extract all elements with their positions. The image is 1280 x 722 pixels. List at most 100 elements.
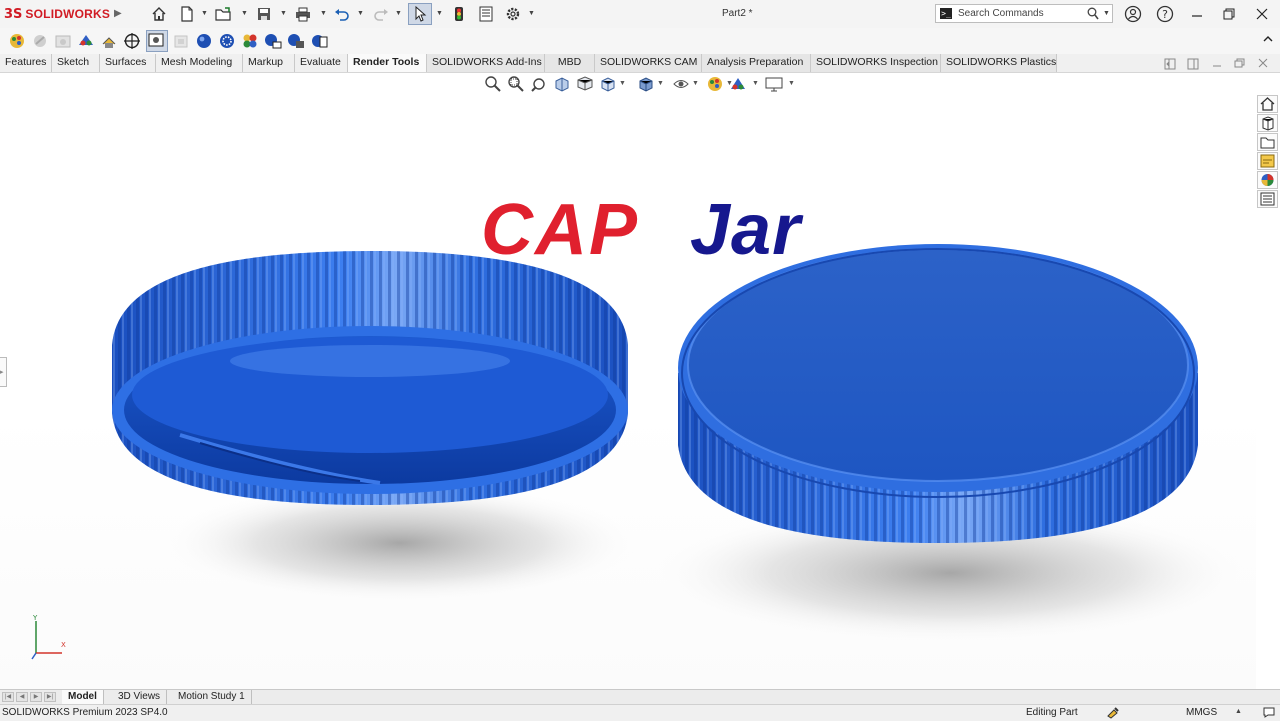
product-version-text: SOLIDWORKS Premium 2023 SP4.0 — [2, 707, 168, 718]
title-bar: 3S SOLIDWORKS ▶ ▼ ▼ ▼ ▼ ▼ ▼ ▼ ▼ Part2 * … — [0, 0, 1280, 29]
select-pointer-icon[interactable] — [408, 3, 432, 25]
preview-window-icon[interactable] — [146, 30, 168, 52]
options-render-icon[interactable] — [218, 32, 236, 50]
appearances-scenes-icon[interactable] — [1257, 171, 1278, 189]
rebuild-traffic-light-icon[interactable] — [450, 5, 468, 23]
save-icon[interactable] — [255, 5, 273, 23]
cap-left-model[interactable] — [112, 251, 628, 505]
tab-mbd[interactable]: MBD — [545, 54, 595, 72]
next-tab-icon[interactable]: ▶ — [30, 692, 42, 702]
search-icon[interactable] — [1087, 7, 1099, 23]
tab-analysis-preparation[interactable]: Analysis Preparation — [702, 54, 811, 72]
open-dropdown-icon[interactable]: ▼ — [241, 10, 248, 17]
tab-3d-views[interactable]: 3D Views — [112, 690, 168, 705]
collapse-ribbon-icon[interactable] — [1262, 34, 1274, 47]
print-dropdown-icon[interactable]: ▼ — [320, 10, 327, 17]
final-render-icon[interactable] — [195, 32, 213, 50]
task-pane-tabs — [1256, 95, 1280, 215]
recall-render-icon[interactable] — [241, 32, 259, 50]
first-tab-icon[interactable]: |◀ — [2, 692, 14, 702]
editing-mode-text: Editing Part — [1026, 707, 1078, 718]
prev-tab-icon[interactable]: ◀ — [16, 692, 28, 702]
tab-solidworks-cam[interactable]: SOLIDWORKS CAM — [595, 54, 702, 72]
help-icon[interactable]: ? — [1153, 4, 1177, 24]
file-explorer-icon[interactable] — [1257, 133, 1278, 151]
search-commands-input[interactable]: >_ Search Commands ▼ — [935, 4, 1113, 23]
decals-icon[interactable] — [31, 32, 49, 50]
logo-text: SOLIDWORKS — [25, 7, 111, 21]
tile-right-icon[interactable] — [1186, 58, 1200, 70]
minimize-icon[interactable] — [1185, 4, 1209, 24]
tile-left-icon[interactable] — [1163, 58, 1177, 70]
tab-motion-study-1[interactable]: Motion Study 1 — [172, 690, 252, 705]
tab-render-tools[interactable]: Render Tools — [348, 54, 427, 72]
tab-markup[interactable]: Markup — [243, 54, 295, 72]
tab-model[interactable]: Model — [62, 690, 104, 705]
svg-text:?: ? — [1162, 8, 1168, 21]
tab-surfaces[interactable]: Surfaces — [100, 54, 156, 72]
scene-icon[interactable] — [54, 32, 72, 50]
undo-dropdown-icon[interactable]: ▼ — [357, 10, 364, 17]
schedule-icon[interactable] — [172, 32, 190, 50]
render-library-icon[interactable] — [310, 32, 328, 50]
move-triad-icon[interactable] — [100, 32, 118, 50]
print-icon[interactable] — [294, 5, 312, 23]
units-dropdown-icon[interactable]: ▲ — [1235, 708, 1242, 715]
status-bar: SOLIDWORKS Premium 2023 SP4.0 Editing Pa… — [0, 704, 1280, 721]
options-dropdown-icon[interactable]: ▼ — [528, 10, 535, 17]
integrated-preview-icon[interactable] — [264, 32, 282, 50]
cap-right-model[interactable] — [678, 244, 1198, 543]
render-tools-settings-icon[interactable] — [287, 32, 305, 50]
solidworks-logo[interactable]: 3S SOLIDWORKS — [4, 6, 110, 22]
view-palette-icon[interactable] — [1257, 152, 1278, 170]
tab-sketch[interactable]: Sketch — [52, 54, 100, 72]
user-account-icon[interactable] — [1121, 4, 1145, 24]
model-render — [112, 244, 1250, 643]
new-document-icon[interactable] — [178, 5, 196, 23]
redo-dropdown-icon[interactable]: ▼ — [395, 10, 402, 17]
undo-icon[interactable] — [333, 5, 351, 23]
command-prompt-icon: >_ — [940, 8, 952, 19]
select-dropdown-icon[interactable]: ▼ — [436, 10, 443, 17]
units-text[interactable]: MMGS — [1186, 707, 1217, 718]
tab-solidworks-plastics[interactable]: SOLIDWORKS Plastics — [941, 54, 1057, 72]
close-icon[interactable] — [1250, 4, 1274, 24]
last-tab-icon[interactable]: ▶| — [44, 692, 56, 702]
save-dropdown-icon[interactable]: ▼ — [280, 10, 287, 17]
appearance-icon[interactable] — [8, 32, 26, 50]
options-gear-icon[interactable] — [504, 5, 522, 23]
tab-features[interactable]: Features — [0, 54, 52, 72]
design-library-icon[interactable] — [1257, 114, 1278, 132]
tab-evaluate[interactable]: Evaluate — [295, 54, 348, 72]
command-manager-toolbar — [0, 28, 1280, 54]
command-manager-tabs: Features Sketch Surfaces Mesh Modeling M… — [0, 54, 1280, 73]
new-dropdown-icon[interactable]: ▼ — [201, 10, 208, 17]
render-region-icon[interactable] — [123, 32, 141, 50]
redo-icon[interactable] — [372, 5, 390, 23]
tab-mesh-modeling[interactable]: Mesh Modeling — [156, 54, 243, 72]
menu-expand-arrow-icon[interactable]: ▶ — [114, 8, 122, 19]
chat-icon[interactable] — [1262, 705, 1276, 722]
bottom-tabs-bar: |◀ ◀ ▶ ▶| Model 3D Views Motion Study 1 — [0, 689, 1280, 705]
ds-logo-mark: 3S — [4, 6, 23, 22]
search-placeholder: Search Commands — [958, 8, 1044, 19]
lights-icon[interactable] — [77, 32, 95, 50]
open-folder-icon[interactable] — [215, 5, 233, 23]
home-icon[interactable] — [150, 5, 168, 23]
document-title: Part2 * — [722, 8, 753, 19]
file-properties-icon[interactable] — [477, 5, 495, 23]
rebuild-status-icon[interactable] — [1106, 705, 1120, 722]
feature-manager-toggle[interactable]: ▸ — [0, 357, 7, 387]
custom-properties-icon[interactable] — [1257, 190, 1278, 208]
search-dropdown-icon[interactable]: ▼ — [1103, 10, 1110, 17]
tab-solidworks-add-ins[interactable]: SOLIDWORKS Add-Ins — [427, 54, 545, 72]
tab-solidworks-inspection[interactable]: SOLIDWORKS Inspection — [811, 54, 941, 72]
triad-y-label: Y — [32, 614, 38, 622]
graphics-area[interactable]: ▼ ▼ ▼ ▼ ▼ ▼ CAP Jar Y X — [0, 73, 1256, 689]
doc-close-icon[interactable] — [1256, 58, 1270, 70]
solidworks-resources-icon[interactable] — [1257, 95, 1278, 113]
restore-icon[interactable] — [1217, 4, 1241, 24]
doc-minimize-icon[interactable] — [1210, 58, 1224, 70]
coordinate-triad-icon: Y X — [31, 614, 66, 660]
doc-restore-icon[interactable] — [1233, 58, 1247, 70]
